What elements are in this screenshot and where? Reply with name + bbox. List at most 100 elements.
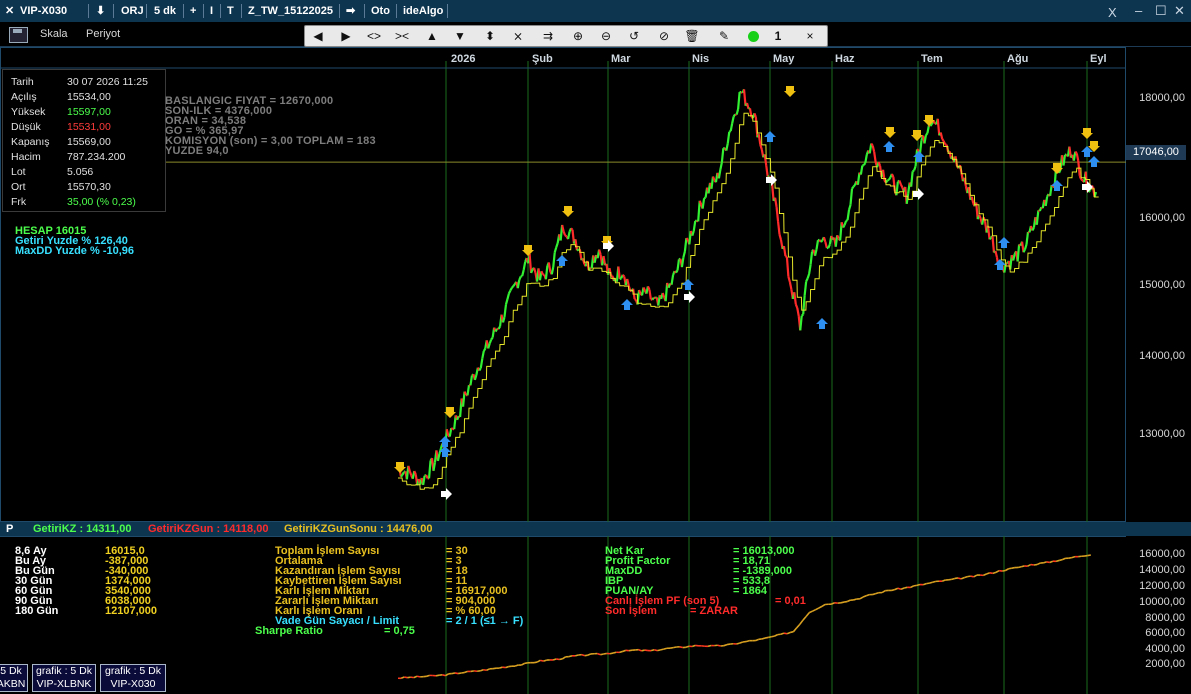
- tab-akbn[interactable]: 5 Dk AKBN: [0, 664, 28, 692]
- text-tool-icon[interactable]: T: [227, 4, 234, 18]
- equity-segment: [954, 577, 959, 580]
- zoom-out-icon[interactable]: ⊖: [595, 27, 617, 45]
- equity-segment: [771, 635, 775, 638]
- price-segment: [1025, 231, 1030, 245]
- trash-icon[interactable]: 🗑: [681, 27, 703, 45]
- sell-arrow-icon: [884, 127, 896, 138]
- equity-segment: [872, 592, 876, 596]
- equity-segment: [470, 670, 475, 673]
- month-label: 2026: [451, 53, 476, 65]
- price-segment: [717, 169, 722, 179]
- zoom-in-h-icon[interactable]: ><: [391, 27, 413, 45]
- minimize-icon[interactable]: –: [1135, 3, 1142, 18]
- equity-segment: [679, 646, 683, 649]
- zoom-in-icon[interactable]: ⊕: [567, 27, 589, 45]
- price-segment: [413, 470, 417, 475]
- price-segment: [422, 475, 426, 486]
- price-segment: [856, 172, 861, 185]
- tab-vip-xlbnk[interactable]: grafik : 5 Dk VIP-XLBNK: [32, 664, 96, 692]
- symbol-label[interactable]: VIP-X030: [20, 4, 67, 18]
- x-logo-icon[interactable]: X: [1108, 5, 1117, 20]
- price-segment: [887, 178, 890, 182]
- price-segment: [507, 289, 512, 294]
- arrow-down-icon[interactable]: ▼: [449, 27, 471, 45]
- buy-arrow-icon: [682, 279, 694, 290]
- refresh-icon[interactable]: ↺: [623, 27, 645, 45]
- price-segment: [425, 474, 429, 479]
- price-segment: [720, 148, 725, 163]
- idealgo-button[interactable]: ideAlgo: [403, 4, 443, 18]
- line-width-value[interactable]: 1: [767, 27, 789, 45]
- divider: [241, 4, 242, 18]
- info-value: 15597,00: [67, 106, 111, 118]
- window-close-icon[interactable]: ✕: [1174, 3, 1185, 19]
- oto-button[interactable]: Oto: [371, 4, 390, 18]
- price-segment: [698, 200, 703, 205]
- price-segment: [735, 108, 740, 115]
- exit-arrow-icon: [441, 488, 452, 500]
- price-segment: [788, 281, 793, 290]
- equity-tick: 10000,00: [1139, 596, 1185, 608]
- price-tick: 13000,00: [1139, 428, 1185, 440]
- arrow-right-icon[interactable]: ➡: [346, 4, 355, 18]
- equity-segment: [514, 664, 519, 667]
- arrow-left-icon[interactable]: ◀: [307, 27, 329, 45]
- price-segment: [719, 162, 723, 170]
- equity-segment: [964, 575, 968, 579]
- equity-segment: [499, 666, 503, 669]
- color-dot-icon[interactable]: [748, 31, 759, 42]
- arrow-up-icon[interactable]: ▲: [421, 27, 443, 45]
- equity-segment: [1008, 567, 1012, 570]
- trailing-stop-line: [398, 112, 1099, 490]
- tab-vip-x030[interactable]: grafik : 5 Dk VIP-X030: [100, 664, 166, 692]
- skala-button[interactable]: Skala: [40, 28, 68, 40]
- pane-p-label[interactable]: P: [6, 523, 13, 535]
- tab-line1: 5 Dk: [0, 665, 22, 677]
- sell-arrow-icon: [562, 206, 574, 217]
- compress-v-icon[interactable]: ⨯: [507, 27, 529, 45]
- info-value: 35,00 (% 0,23): [67, 196, 136, 208]
- price-segment: [803, 281, 808, 296]
- equity-segment: [894, 587, 899, 591]
- sharpe-value: = 0,75: [384, 625, 415, 637]
- close-icon[interactable]: ×: [799, 27, 821, 45]
- maximize-icon[interactable]: ☐: [1155, 3, 1167, 19]
- price-segment: [888, 176, 892, 181]
- price-segment: [793, 292, 797, 305]
- expand-v-icon[interactable]: ⬍: [479, 27, 501, 45]
- price-segment: [805, 277, 809, 282]
- equity-segment: [736, 642, 740, 645]
- equity-segment: [660, 648, 664, 651]
- period-button[interactable]: 5 dk: [154, 4, 176, 18]
- price-segment: [1022, 248, 1027, 253]
- price-segment: [463, 391, 468, 396]
- price-segment: [970, 196, 975, 204]
- equity-tick: 8000,00: [1145, 612, 1185, 624]
- arrow-right-icon[interactable]: ▶: [335, 27, 357, 45]
- cancel-icon[interactable]: ⊘: [653, 27, 675, 45]
- zoom-out-h-icon[interactable]: <>: [363, 27, 385, 45]
- equity-chart[interactable]: [0, 536, 1126, 694]
- price-segment: [436, 453, 441, 462]
- orj-button[interactable]: ORJ: [121, 4, 144, 18]
- price-segment: [407, 465, 411, 472]
- equity-segment: [739, 641, 744, 644]
- price-segment: [550, 266, 555, 275]
- save-icon[interactable]: [9, 27, 28, 43]
- price-segment: [1012, 253, 1016, 261]
- template-button[interactable]: Z_TW_15122025: [248, 4, 333, 18]
- pen-icon[interactable]: ✎: [713, 27, 735, 45]
- equity-segment: [486, 668, 491, 671]
- download-icon[interactable]: ⬇: [96, 4, 105, 18]
- fit-icon[interactable]: ⇉: [537, 27, 559, 45]
- equity-segment: [764, 636, 769, 639]
- equity-segment: [628, 649, 633, 652]
- close-tab-icon[interactable]: ✕: [5, 4, 14, 18]
- bar-icon[interactable]: I: [210, 4, 213, 18]
- price-segment: [619, 277, 622, 281]
- month-label: May: [773, 53, 795, 65]
- equity-segment: [464, 670, 468, 674]
- add-icon[interactable]: +: [190, 4, 196, 18]
- periyot-button[interactable]: Periyot: [86, 28, 120, 40]
- info-label: Tarih: [11, 76, 34, 88]
